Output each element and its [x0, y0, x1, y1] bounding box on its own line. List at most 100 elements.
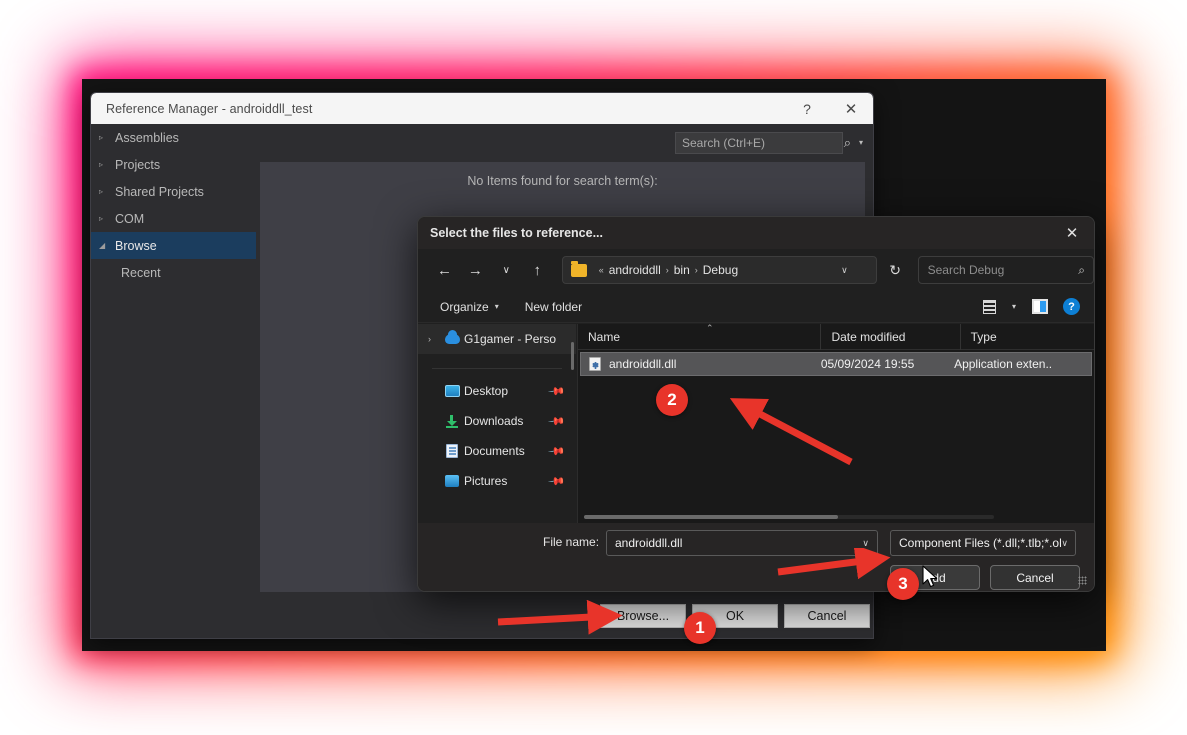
recent-locations-icon[interactable]: ∨	[494, 256, 519, 284]
pin-icon[interactable]: 📌	[548, 442, 567, 460]
tree-item-label: Recent	[121, 265, 161, 280]
horizontal-scrollbar[interactable]	[584, 515, 994, 519]
tree-item-label: Projects	[115, 157, 161, 172]
empty-state-message: No Items found for search term(s):	[467, 174, 658, 188]
sidebar-scrollbar[interactable]	[571, 342, 574, 370]
help-icon[interactable]: ?	[785, 93, 829, 124]
breadcrumb-overflow-icon[interactable]: «	[599, 265, 604, 275]
organize-label: Organize	[440, 299, 489, 314]
breadcrumb-separator: ›	[694, 265, 698, 275]
breadcrumb-segment-bin[interactable]: bin	[674, 263, 690, 277]
expander-icon: ▹	[99, 214, 104, 223]
reference-category-tree: ▹ Assemblies ▹ Projects ▹ Shared Project…	[91, 124, 256, 638]
column-header-name[interactable]: Name ⌃	[578, 324, 820, 350]
browse-button[interactable]: Browse...	[600, 604, 686, 628]
sidebar-item-label: Desktop	[464, 384, 509, 398]
reference-manager-titlebar: Reference Manager - androiddll_test ? ✕	[91, 93, 873, 124]
chevron-right-icon[interactable]: ›	[428, 334, 442, 344]
preview-pane-icon[interactable]	[1032, 299, 1048, 314]
search-icon[interactable]: ⌕	[1078, 263, 1085, 278]
documents-icon	[442, 444, 462, 458]
tree-item-label: Assemblies	[115, 130, 179, 145]
new-folder-button[interactable]: New folder	[517, 295, 590, 319]
sort-ascending-icon: ⌃	[706, 324, 714, 333]
sidebar-item-downloads[interactable]: Downloads 📌	[418, 406, 576, 436]
page-title: Reference Manager - androiddll_test	[106, 101, 313, 116]
pin-icon[interactable]: 📌	[548, 412, 567, 430]
file-picker-dialog: Select the files to reference... ✕ ← → ∨…	[417, 216, 1095, 592]
file-type-filter-select[interactable]: Component Files (*.dll;*.tlb;*.ol ∨	[890, 530, 1076, 556]
expander-icon: ▹	[99, 160, 104, 169]
file-picker-toolbar: Organize ▾ New folder ▾ ?	[418, 291, 1094, 323]
file-type-cell: Application exten..	[954, 357, 1053, 371]
breadcrumb-segment-androiddll[interactable]: androiddll	[609, 263, 661, 277]
annotation-marker-2: 2	[656, 384, 688, 416]
cancel-button[interactable]: Cancel	[784, 604, 870, 628]
refresh-icon[interactable]: ↻	[883, 256, 908, 284]
file-type-filter-value: Component Files (*.dll;*.tlb;*.ol	[899, 536, 1062, 550]
file-name-cell: androiddll.dll	[581, 357, 811, 371]
column-header-date-modified[interactable]: Date modified	[820, 324, 959, 350]
sidebar-item-documents[interactable]: Documents 📌	[418, 436, 576, 466]
chevron-down-icon[interactable]: ∨	[841, 265, 848, 276]
chevron-down-icon[interactable]: ∨	[1061, 538, 1068, 549]
back-icon[interactable]: ←	[432, 256, 457, 284]
file-picker-titlebar: Select the files to reference... ✕	[418, 217, 1094, 249]
file-name-input[interactable]: androiddll.dll ∨	[606, 530, 878, 556]
tree-item-assemblies[interactable]: ▹ Assemblies	[91, 124, 256, 151]
tree-item-projects[interactable]: ▹ Projects	[91, 151, 256, 178]
chevron-down-icon[interactable]: ▾	[1012, 302, 1016, 311]
annotation-marker-1: 1	[684, 612, 716, 644]
chevron-down-icon[interactable]: ▾	[859, 138, 863, 147]
close-icon[interactable]: ✕	[1050, 217, 1094, 249]
sidebar-item-onedrive[interactable]: › G1gamer - Perso	[418, 324, 576, 354]
tree-item-label: Browse	[115, 238, 157, 253]
annotation-marker-3: 3	[887, 568, 919, 600]
file-date-cell: 05/09/2024 19:55	[820, 357, 915, 371]
file-name-value: androiddll.dll	[615, 536, 683, 550]
view-mode-icon[interactable]	[983, 299, 996, 314]
file-list-panel: Name ⌃ Date modified Type androiddll.dll…	[577, 324, 1094, 523]
folder-search-input[interactable]: Search Debug ⌕	[917, 256, 1094, 284]
close-icon[interactable]: ✕	[829, 93, 873, 124]
search-input[interactable]: Search (Ctrl+E)	[675, 132, 843, 154]
dialog-title: Select the files to reference...	[430, 226, 603, 240]
desktop-icon	[442, 385, 462, 397]
reference-manager-footer: Browse... OK Cancel	[256, 594, 873, 638]
organize-button[interactable]: Organize ▾	[432, 295, 507, 319]
column-header-type[interactable]: Type	[959, 324, 1094, 350]
breadcrumb-segment-debug[interactable]: Debug	[703, 263, 738, 277]
breadcrumb[interactable]: « androiddll › bin › Debug ∨	[561, 256, 877, 284]
up-icon[interactable]: ↑	[525, 256, 550, 284]
resize-grip[interactable]	[1078, 576, 1087, 585]
mouse-cursor	[922, 565, 938, 588]
file-picker-navigation-bar: ← → ∨ ↑ « androiddll › bin › Debug ∨ ↻ S…	[418, 249, 1094, 291]
tree-item-recent[interactable]: Recent	[91, 259, 256, 286]
folder-icon	[570, 260, 587, 277]
pictures-icon	[442, 475, 462, 487]
file-picker-footer: File name: androiddll.dll ∨ Component Fi…	[418, 523, 1094, 591]
pin-icon[interactable]: 📌	[548, 472, 567, 490]
chevron-down-icon[interactable]: ∨	[862, 538, 869, 549]
tree-item-label: COM	[115, 211, 145, 226]
tree-item-browse[interactable]: ◢ Browse	[91, 232, 256, 259]
sidebar-item-label: G1gamer - Perso	[464, 332, 557, 346]
reference-search-row: Search (Ctrl+E) ⌕ ▾	[675, 132, 865, 154]
sidebar-item-pictures[interactable]: Pictures 📌	[418, 466, 576, 496]
dll-file-icon	[589, 357, 601, 371]
pin-icon[interactable]: 📌	[548, 382, 567, 400]
downloads-icon	[442, 414, 462, 428]
tree-item-com[interactable]: ▹ COM	[91, 205, 256, 232]
sidebar-item-label: Documents	[464, 444, 525, 458]
forward-icon[interactable]: →	[463, 256, 488, 284]
column-label: Name	[588, 329, 621, 344]
file-name-text: androiddll.dll	[609, 357, 677, 371]
expander-icon: ▹	[99, 187, 104, 196]
help-icon[interactable]: ?	[1063, 298, 1080, 315]
sidebar-item-desktop[interactable]: Desktop 📌	[418, 376, 576, 406]
tree-item-shared-projects[interactable]: ▹ Shared Projects	[91, 178, 256, 205]
cancel-button[interactable]: Cancel	[990, 565, 1080, 590]
table-row[interactable]: androiddll.dll 05/09/2024 19:55 Applicat…	[580, 352, 1092, 376]
folder-search-placeholder: Search Debug	[927, 263, 1005, 277]
search-icon[interactable]: ⌕	[844, 135, 851, 151]
